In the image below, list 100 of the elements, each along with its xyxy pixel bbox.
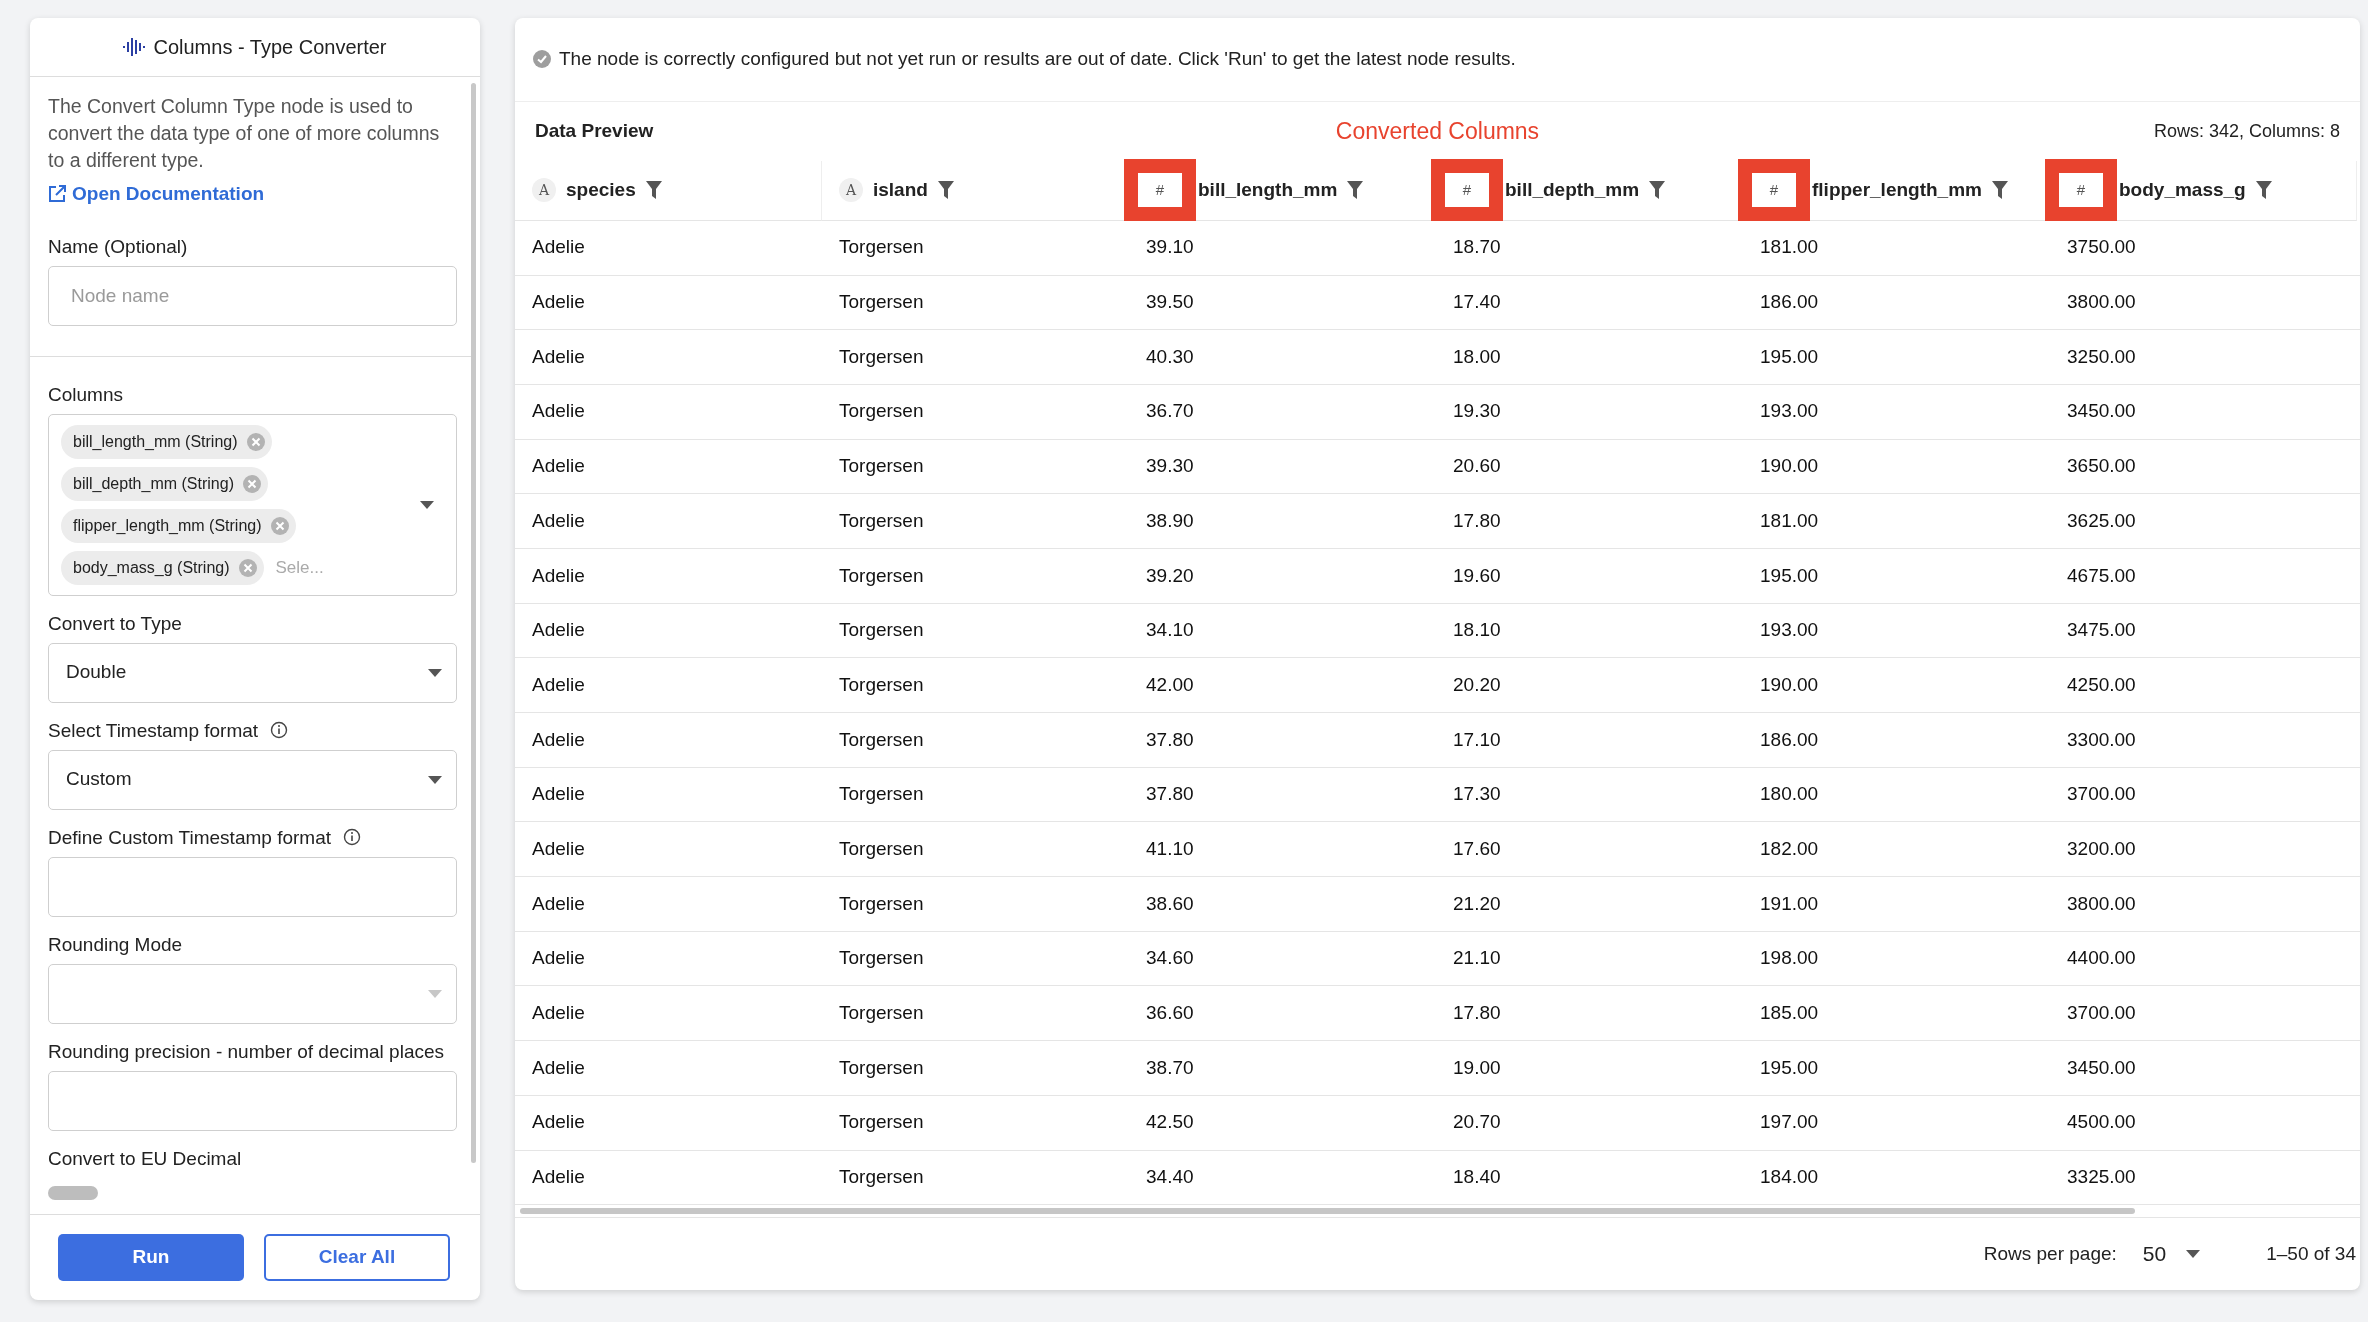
remove-icon[interactable] [241,473,262,494]
table-cell-text: 3750.00 [2067,235,2136,260]
caret-icon [428,989,442,998]
table-cell-text: Torgersen [839,235,924,260]
select-field[interactable]: Double [48,642,457,703]
table-cell-text: Adelie [532,891,585,916]
table-cell-text: 39.50 [1146,290,1194,315]
table-cell-text: Adelie [532,1110,585,1135]
table-cell-text: Adelie [532,563,585,588]
check-circle-icon [533,50,551,69]
waveform-icon [123,37,146,57]
table-cell-text: 19.00 [1453,1055,1501,1080]
filter-icon[interactable] [2255,181,2272,200]
table-cell-text: 17.30 [1453,782,1501,807]
table-cell-text: 17.80 [1453,508,1501,533]
table-cell-text: 19.30 [1453,399,1501,424]
filter-icon[interactable] [1992,181,2008,200]
table-cell-text: 34.10 [1146,618,1194,643]
table-cell-text: 18.10 [1453,618,1501,643]
table-cell-text: 198.00 [1760,946,1819,971]
row-column-count: Rows: 342, Columns: 8 [2152,119,2340,143]
table-cell-text: 17.10 [1453,727,1501,752]
table-cell-text: Torgersen [839,563,924,588]
table-cell-text: 3300.00 [2067,727,2136,752]
table-cell-text: Torgersen [839,891,924,916]
table-cell-text: 17.40 [1453,290,1501,315]
table-cell-text: Adelie [532,454,585,479]
table-cell-text: Adelie [532,672,585,697]
remove-icon[interactable] [245,431,266,452]
run-button[interactable]: Run [58,1234,244,1281]
filter-icon[interactable] [645,181,662,200]
table-cell-text: 40.30 [1146,344,1194,369]
table-cell-text: Adelie [532,727,585,752]
table-cell-text: 186.00 [1760,727,1819,752]
field-label: Name (Optional) [48,234,188,259]
type-icon: # [1738,159,1810,222]
filter-icon[interactable] [937,181,954,200]
rows-per-page-select[interactable]: 50 [2142,1238,2201,1270]
table-cell-text: 34.40 [1146,1165,1194,1190]
table-cell-text: Torgersen [839,1110,924,1135]
horizontal-scrollbar[interactable] [520,1208,2135,1215]
text-field[interactable] [48,1070,457,1131]
table-cell-text: Torgersen [839,836,924,861]
table-cell-text: 182.00 [1760,836,1819,861]
table-cell-text: 185.00 [1760,1001,1819,1026]
table-cell-text: 186.00 [1760,290,1819,315]
field-label: Columns [48,382,123,407]
table-cell-text: Torgersen [839,618,924,643]
table-cell-text: Torgersen [839,672,924,697]
table-cell-text: 181.00 [1760,235,1819,260]
filter-icon[interactable] [1649,181,1666,200]
table-cell-text: 4400.00 [2067,946,2136,971]
multiselect-field[interactable]: bill_length_mm (String) bill_depth_mm (String) flipper_length_mm (String) body_mass_g (String) Sele... [48,413,457,596]
table-cell-text: 4500.00 [2067,1110,2136,1135]
table-cell-text: Adelie [532,1001,585,1026]
column-header: island [873,178,928,203]
table-cell-text: 180.00 [1760,782,1819,807]
scrollbar[interactable] [471,83,476,1163]
filter-icon[interactable] [1347,181,1364,200]
table-cell-text: Torgersen [839,782,924,807]
description-text: The Convert Column Type node is used to convert the data type of one of more columns to a different type. [48,94,441,173]
table-cell-text: 3700.00 [2067,782,2136,807]
field-label: Convert to Type [48,611,182,636]
text-field[interactable] [48,856,457,917]
select-field[interactable]: Custom [48,749,457,810]
caret-icon [2186,1250,2201,1259]
table-cell-text: 3450.00 [2067,1055,2136,1080]
column-chip: flipper_length_mm (String) [61,508,296,543]
table-cell-text: 19.60 [1453,563,1501,588]
column-header: species [566,178,636,203]
table-cell-text: 17.80 [1453,1001,1501,1026]
table-cell-text: 18.40 [1453,1165,1501,1190]
clear-button[interactable]: Clear All [264,1234,450,1281]
field-label: Convert to EU Decimal [48,1146,242,1171]
table-cell-text: 3475.00 [2067,618,2136,643]
table-cell-text: Adelie [532,235,585,260]
table-cell-text: Adelie [532,399,585,424]
table-cell-text: Adelie [532,1165,585,1190]
annotation-label: Converted Columns [1335,117,1540,146]
documentation-link[interactable]: Open Documentation [48,180,265,209]
text-field[interactable]: Node name [48,265,457,326]
remove-icon[interactable] [269,515,290,536]
table-cell-text: 38.90 [1146,508,1194,533]
table-cell-text: Adelie [532,290,585,315]
field-label: Rounding precision - number of decimal places [48,1039,445,1064]
page-range: 1–50 of 34 [2266,1241,2356,1266]
field-label: Define Custom Timestamp format [48,825,331,850]
table-cell-text: 3700.00 [2067,1001,2136,1026]
table-cell-text: 39.20 [1146,563,1194,588]
toggle-switch[interactable] [48,1185,98,1200]
table-cell-text: 39.30 [1146,454,1194,479]
external-link-icon [48,185,66,204]
table-cell-text: 190.00 [1760,672,1819,697]
table-cell-text: 17.60 [1453,836,1501,861]
table-cell-text: Torgersen [839,946,924,971]
remove-icon[interactable] [237,557,258,578]
table-cell-text: Adelie [532,1055,585,1080]
column-header: flipper_length_mm [1812,178,1982,203]
column-header: bill_length_mm [1198,178,1338,203]
table-cell-text: 42.00 [1146,672,1194,697]
